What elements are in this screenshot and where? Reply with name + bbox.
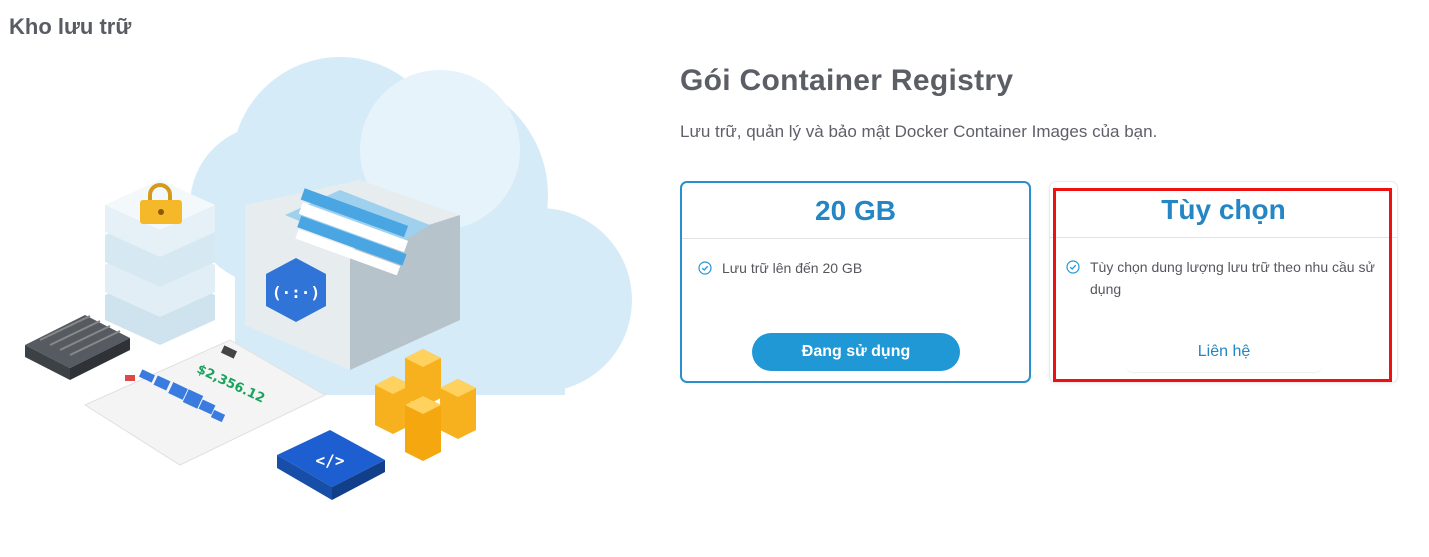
container-registry-illustration: (·:·) $2,356.12 </> — [25, 57, 632, 500]
plan-header: 20 GB — [682, 183, 1029, 239]
product-description: Lưu trữ, quản lý và bảo mật Docker Conta… — [680, 122, 1158, 141]
plan-feature-text: Lưu trữ lên đến 20 GB — [722, 260, 863, 276]
plan-feature: Lưu trữ lên đến 20 GB — [682, 239, 1029, 279]
plan-feature: Tùy chọn dung lượng lưu trữ theo nhu cầu… — [1050, 238, 1397, 300]
product-title: Gói Container Registry — [680, 64, 1014, 97]
plan-feature-text: Tùy chọn dung lượng lưu trữ theo nhu cầu… — [1090, 259, 1375, 297]
grate-block — [25, 315, 130, 380]
code-icon: </> — [277, 430, 385, 500]
plan-name: Tùy chọn — [1161, 193, 1286, 225]
in-use-button[interactable]: Đang sử dụng — [752, 333, 960, 371]
plan-header: Tùy chọn — [1050, 182, 1397, 238]
check-circle-icon — [698, 261, 712, 275]
plan-card-20gb: 20 GB Lưu trữ lên đến 20 GB Đang sử dụng — [680, 181, 1031, 383]
plan-name: 20 GB — [815, 194, 896, 226]
svg-text:(·:·): (·:·) — [272, 283, 320, 302]
check-circle-icon — [1066, 260, 1080, 274]
section-title: Kho lưu trữ — [9, 14, 132, 39]
plan-card-custom: Tùy chọn Tùy chọn dung lượng lưu trữ the… — [1049, 181, 1398, 383]
svg-text:</>: </> — [316, 451, 345, 470]
contact-link[interactable]: Liên hệ — [1124, 332, 1324, 373]
